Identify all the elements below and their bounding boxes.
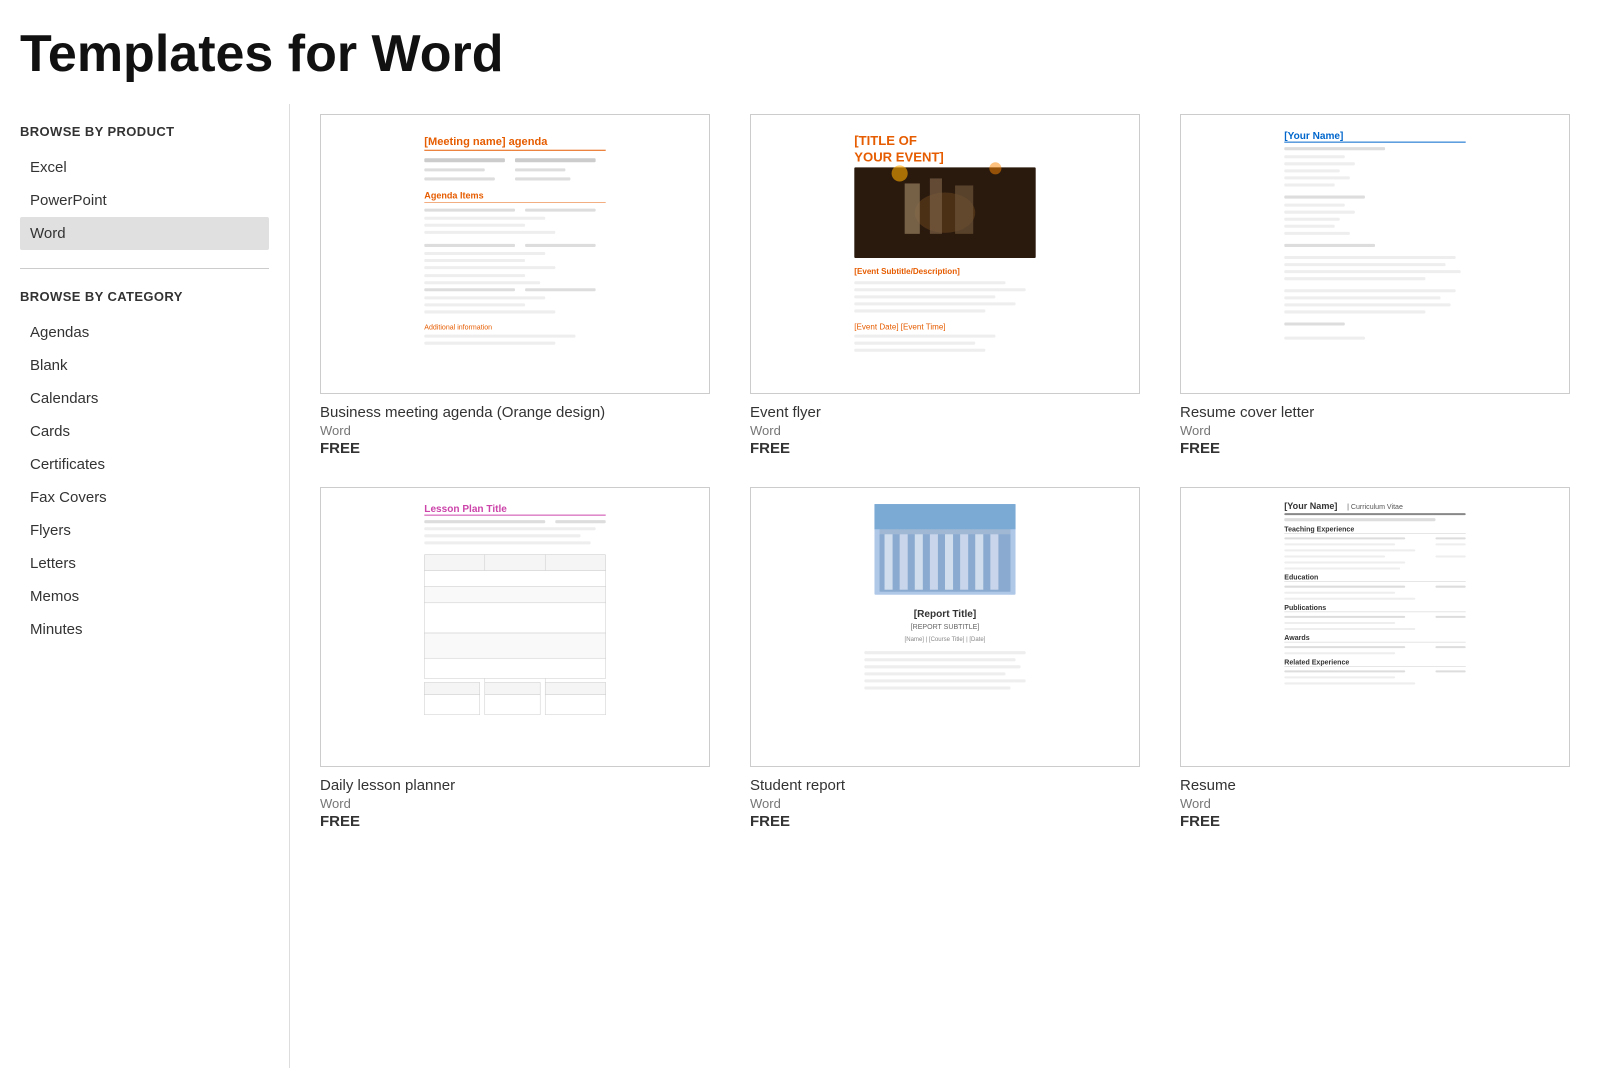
svg-text:Publications: Publications — [1284, 605, 1326, 612]
svg-text:[Name] | [Course Title] | [Dat: [Name] | [Course Title] | [Date] — [905, 637, 986, 643]
main-layout: BROWSE BY PRODUCT ExcelPowerPointWord BR… — [0, 104, 1600, 1068]
sidebar-divider — [20, 268, 269, 269]
template-product-resume-cover-letter: Word — [1180, 423, 1570, 438]
browse-by-category-label: BROWSE BY CATEGORY — [20, 289, 269, 306]
svg-text:Education: Education — [1284, 575, 1318, 582]
template-price-business-meeting-agenda: FREE — [320, 440, 710, 457]
svg-text:| Curriculum Vitae: | Curriculum Vitae — [1347, 504, 1403, 511]
template-thumbnail-business-meeting-agenda: [Meeting name] agenda Agenda Items Addit… — [320, 114, 710, 394]
template-product-business-meeting-agenda: Word — [320, 423, 710, 438]
sidebar-item-memos[interactable]: Memos — [20, 580, 269, 613]
template-name-event-flyer: Event flyer — [750, 404, 1140, 421]
sidebar-item-cards[interactable]: Cards — [20, 415, 269, 448]
sidebar-item-minutes[interactable]: Minutes — [20, 613, 269, 646]
template-product-daily-lesson-planner: Word — [320, 796, 710, 811]
template-product-resume: Word — [1180, 796, 1570, 811]
template-name-resume-cover-letter: Resume cover letter — [1180, 404, 1570, 421]
template-card-business-meeting-agenda[interactable]: [Meeting name] agenda Agenda Items Addit… — [320, 114, 710, 457]
template-card-resume[interactable]: [Your Name] | Curriculum Vitae Teaching … — [1180, 487, 1570, 830]
svg-text:[Event Date] [Event Time]: [Event Date] [Event Time] — [854, 323, 945, 332]
product-nav: ExcelPowerPointWord — [20, 151, 269, 250]
template-thumbnail-resume: [Your Name] | Curriculum Vitae Teaching … — [1180, 487, 1570, 767]
svg-text:[TITLE OF: [TITLE OF — [854, 133, 917, 148]
sidebar-item-flyers[interactable]: Flyers — [20, 514, 269, 547]
page-title: Templates for Word — [0, 0, 1600, 104]
template-card-resume-cover-letter[interactable]: [Your Name] Resume cover letter Word FREE — [1180, 114, 1570, 457]
template-product-student-report: Word — [750, 796, 1140, 811]
svg-text:Agenda Items: Agenda Items — [424, 191, 483, 201]
sidebar-item-excel[interactable]: Excel — [20, 151, 269, 184]
svg-text:[Your Name]: [Your Name] — [1284, 501, 1337, 511]
sidebar-item-blank[interactable]: Blank — [20, 349, 269, 382]
svg-text:Related Experience: Related Experience — [1284, 659, 1349, 666]
sidebar-item-certificates[interactable]: Certificates — [20, 448, 269, 481]
sidebar-item-word[interactable]: Word — [20, 217, 269, 250]
template-name-daily-lesson-planner: Daily lesson planner — [320, 777, 710, 794]
template-price-resume-cover-letter: FREE — [1180, 440, 1570, 457]
svg-text:[Meeting name] agenda: [Meeting name] agenda — [424, 136, 548, 148]
sidebar-item-powerpoint[interactable]: PowerPoint — [20, 184, 269, 217]
templates-grid: [Meeting name] agenda Agenda Items Addit… — [320, 114, 1570, 830]
sidebar-item-letters[interactable]: Letters — [20, 547, 269, 580]
category-nav: AgendasBlankCalendarsCardsCertificatesFa… — [20, 316, 269, 646]
content-area: [Meeting name] agenda Agenda Items Addit… — [290, 104, 1600, 1068]
svg-text:Additional information: Additional information — [424, 325, 492, 332]
template-name-resume: Resume — [1180, 777, 1570, 794]
template-name-business-meeting-agenda: Business meeting agenda (Orange design) — [320, 404, 710, 421]
svg-text:[Report Title]: [Report Title] — [914, 609, 976, 620]
template-card-student-report[interactable]: [Report Title] [REPORT SUBTITLE] [Name] … — [750, 487, 1140, 830]
svg-text:[Event Subtitle/Description]: [Event Subtitle/Description] — [854, 267, 960, 276]
sidebar-item-calendars[interactable]: Calendars — [20, 382, 269, 415]
template-price-resume: FREE — [1180, 813, 1570, 830]
svg-text:Lesson Plan Title: Lesson Plan Title — [424, 504, 507, 515]
template-price-student-report: FREE — [750, 813, 1140, 830]
sidebar-item-fax-covers[interactable]: Fax Covers — [20, 481, 269, 514]
svg-text:YOUR EVENT]: YOUR EVENT] — [854, 149, 943, 164]
template-card-daily-lesson-planner[interactable]: Lesson Plan Title Daily lesson planner Wo… — [320, 487, 710, 830]
template-thumbnail-student-report: [Report Title] [REPORT SUBTITLE] [Name] … — [750, 487, 1140, 767]
template-price-daily-lesson-planner: FREE — [320, 813, 710, 830]
svg-text:[REPORT SUBTITLE]: [REPORT SUBTITLE] — [911, 624, 980, 631]
svg-text:Awards: Awards — [1284, 635, 1309, 642]
template-product-event-flyer: Word — [750, 423, 1140, 438]
svg-text:Teaching Experience: Teaching Experience — [1284, 526, 1354, 533]
template-thumbnail-event-flyer: [TITLE OF YOUR EVENT] [Event Subtitle/De… — [750, 114, 1140, 394]
template-thumbnail-daily-lesson-planner: Lesson Plan Title — [320, 487, 710, 767]
template-card-event-flyer[interactable]: [TITLE OF YOUR EVENT] [Event Subtitle/De… — [750, 114, 1140, 457]
sidebar: BROWSE BY PRODUCT ExcelPowerPointWord BR… — [0, 104, 290, 1068]
svg-text:[Your Name]: [Your Name] — [1284, 131, 1343, 142]
template-thumbnail-resume-cover-letter: [Your Name] — [1180, 114, 1570, 394]
sidebar-item-agendas[interactable]: Agendas — [20, 316, 269, 349]
browse-by-product-label: BROWSE BY PRODUCT — [20, 124, 269, 141]
template-name-student-report: Student report — [750, 777, 1140, 794]
template-price-event-flyer: FREE — [750, 440, 1140, 457]
